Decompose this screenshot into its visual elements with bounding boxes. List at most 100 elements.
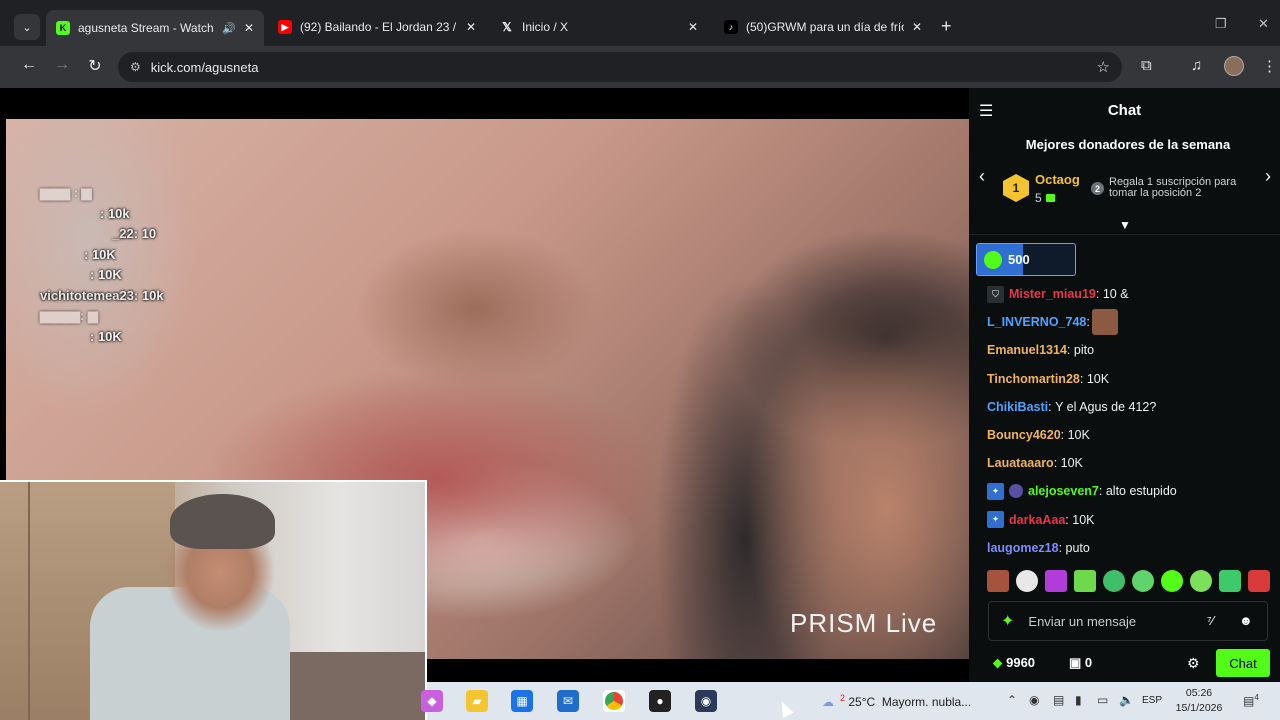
chat-username[interactable]: alejoseven7 [1028,484,1099,498]
chat-title: Chat [1107,102,1142,119]
forward-button[interactable]: → [51,56,73,74]
microphone-icon[interactable]: ▮ [1075,693,1082,707]
store-icon[interactable]: ▦ [511,690,533,712]
tab-agusneta[interactable]: K agusneta Stream - Watch L 🔊 ✕ [46,10,264,46]
close-tab-icon[interactable]: ✕ [466,20,476,34]
chat-message: ✦ darkaAaa: 10K [987,506,1277,534]
close-tab-icon[interactable]: ✕ [688,20,698,34]
chevron-left-icon[interactable]: ‹ [979,166,985,187]
chevron-up-icon[interactable]: ⌃ [1007,693,1017,707]
emoji-icon[interactable]: ☻ [1239,613,1253,628]
copilot-icon[interactable]: ◆ [421,690,443,712]
media-control-icon[interactable]: ♫ [1191,57,1202,74]
emote-icon[interactable] [1045,570,1067,592]
chat-username[interactable]: Lauataaaro [987,456,1054,470]
sub-badge-icon: ✦ [987,482,1004,500]
weather-widget[interactable]: ☁ 2 25°C Mayorm. nubla... [822,693,971,709]
chat-username[interactable]: Mister_miau19 [1009,287,1096,301]
chat-header: ☰ Chat [969,88,1280,132]
chat-settings-gear-icon[interactable]: ⚙ [1187,655,1200,672]
notifications-icon[interactable]: ▤4 [1243,693,1259,708]
app-icon[interactable]: ◉ [695,690,717,712]
bookmark-star-icon[interactable]: ☆ [1097,58,1110,76]
file-explorer-icon[interactable]: ▰ [466,690,488,712]
close-tab-icon[interactable]: ✕ [244,21,254,35]
site-info-icon[interactable]: ⚙ [130,60,141,74]
gift-subs[interactable]: ▣ 0 [1069,655,1092,671]
overlay-row: vichitotemea23: 10k [40,287,164,303]
tab-search-button[interactable]: ⌄ [14,14,40,40]
obs-icon[interactable]: ● [649,690,671,712]
speaker-icon[interactable]: 🔊 [222,22,236,35]
expand-icon[interactable]: ▼ [1119,218,1131,232]
emote-icon[interactable] [1219,570,1241,592]
emote-icon[interactable] [1190,570,1212,592]
volume-icon[interactable]: 🔈 [1119,693,1134,707]
chat-message: Lauataaaro: 10K [987,456,1083,471]
outlook-icon[interactable]: ✉ [557,690,579,712]
points-icon: ⬥ [993,655,1003,670]
overlay-row: : 10K [90,328,122,344]
chat-username[interactable]: Tinchomartin28 [987,372,1080,386]
rank-medal-icon: 1 [1003,174,1029,202]
close-tab-icon[interactable]: ✕ [912,20,922,34]
chat-panel: ☰ Chat Mejores donadores de la semana ‹ … [969,88,1280,682]
emote-icon[interactable] [1132,570,1154,592]
donation-overlay: ▆▆▆ : ▆ : 10k _22: 10 : 10K : 10K vichit… [40,183,164,347]
gift-goal-badge[interactable]: 500 [976,243,1076,276]
windows-taskbar: ◆ ▰ ▦ ✉ ● ◉ ☁ 2 25°C Mayorm. nubla... ⌃ ◉… [421,682,1280,720]
tab-x[interactable]: 𝕏 Inicio / X ✕ [490,12,708,42]
close-window-icon[interactable]: ✕ [1258,16,1269,32]
clock[interactable]: 05:26 15/1/2026 [1172,686,1226,716]
chat-username[interactable]: Bouncy4620 [987,428,1061,442]
chat-message: Tinchomartin28: 10K [987,371,1110,386]
chat-text: 10K [1060,456,1083,471]
chrome-icon[interactable] [603,690,625,712]
chat-text: pito [1073,343,1095,358]
chat-username[interactable]: darkaAaa [1009,513,1065,527]
top-donor-name[interactable]: Octaog [1035,172,1080,187]
emote-icon[interactable] [1103,570,1125,592]
obs-tray-icon[interactable]: ◉ [1029,693,1039,707]
emote-icon[interactable] [1016,570,1038,592]
chat-username[interactable]: L_INVERNO_748 [987,315,1086,329]
kick-icon: K [56,21,70,35]
chat-message-input[interactable] [1028,613,1189,629]
position-2-prompt[interactable]: Regala 1 suscripción para tomar la posic… [1109,177,1257,199]
network-icon[interactable]: ▭ [1097,693,1108,707]
chevron-right-icon[interactable]: › [1265,166,1271,187]
tray-icon[interactable]: ▤ [1053,693,1064,707]
language-indicator[interactable]: ESP [1142,695,1162,706]
tiktok-icon: ♪ [724,20,738,34]
emote-icon[interactable] [987,570,1009,592]
browser-toolbar: ← → ↻ ⚙ kick.com/agusneta ☆ ⧉ ♫ ⋮ [0,46,1280,88]
chat-text: 10K [1067,428,1090,443]
extensions-icon[interactable]: ⧉ [1141,57,1152,74]
restore-window-icon[interactable]: ❐ [1215,16,1227,32]
new-tab-button[interactable]: + [941,16,952,37]
profile-avatar[interactable] [1224,56,1244,76]
emote-icon[interactable] [1161,570,1183,592]
send-chat-button[interactable]: Chat [1216,649,1270,677]
reload-button[interactable]: ↻ [84,56,106,76]
chat-text: 10K [1072,512,1095,527]
back-button[interactable]: ← [18,56,40,74]
menu-icon[interactable]: ⋮ [1262,57,1277,75]
chat-username[interactable]: Emanuel1314 [987,343,1067,357]
overlay-row: ▆▆▆ : ▆ [40,185,92,200]
overlay-row: : 10k [100,205,130,221]
tab-youtube[interactable]: ▶ (92) Bailando - El Jordan 23 / St ✕ [268,12,486,42]
emote-icon[interactable] [1074,570,1096,592]
top-donor-amount: 5 [1035,191,1055,205]
emote-icon[interactable] [1248,570,1270,592]
translate-icon[interactable]: ⁷⁄ [1207,613,1214,628]
address-bar[interactable]: ⚙ kick.com/agusneta ☆ [118,52,1122,82]
chat-text: puto [1065,540,1090,555]
gift-box-icon: ▣ [1069,655,1082,670]
channel-points[interactable]: ⬥ 9960 [993,655,1035,671]
sparkle-icon[interactable]: ✦ [1001,611,1014,631]
chat-username[interactable]: laugomez18 [987,541,1059,555]
tab-tiktok[interactable]: ♪ (50)GRWM para un día de frío ✕ [714,12,932,42]
chat-input-box: ✦ ⁷⁄ ☻ [988,601,1268,641]
chat-username[interactable]: ChikiBasti [987,400,1048,414]
